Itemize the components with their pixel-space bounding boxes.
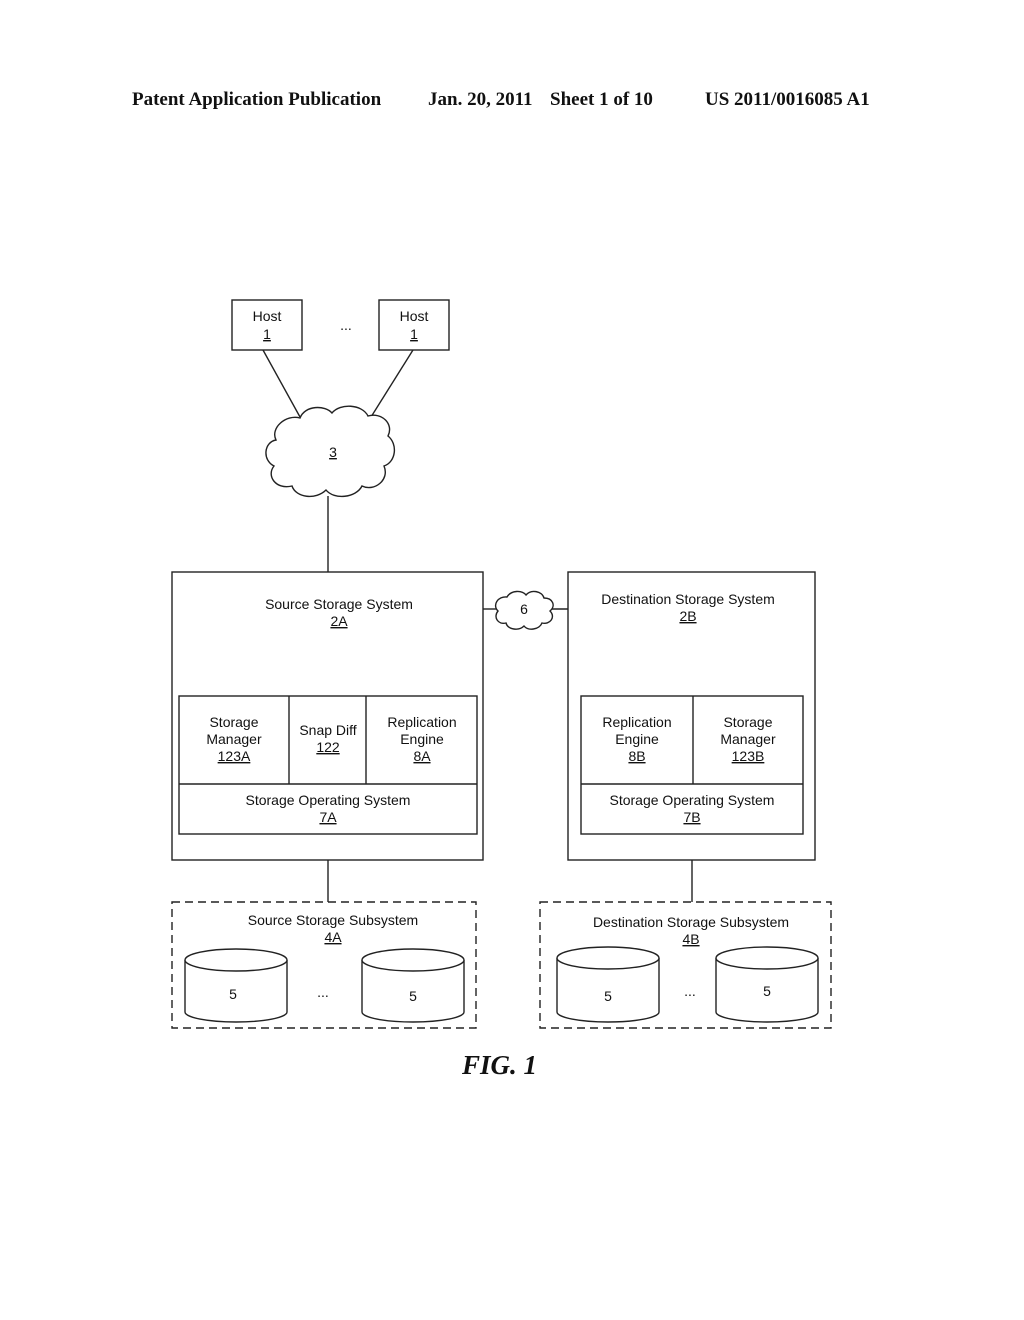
source-subsystem-title: Source Storage Subsystem (248, 912, 418, 928)
disk-icon: 5 (184, 948, 288, 1023)
network-cloud: 3 (265, 405, 395, 497)
source-system-title: Source Storage System (265, 596, 413, 612)
link-host2-network (370, 349, 414, 418)
replication-network-cloud: 6 (494, 590, 554, 630)
module-ref: 123A (218, 748, 251, 764)
module-line2: Engine (400, 731, 444, 747)
module-line1: Replication (602, 714, 671, 730)
host-1-ref: 1 (263, 326, 271, 342)
source-storage-subsystem: Source Storage Subsystem 4A 5 ... 5 (171, 901, 477, 1029)
destination-system-title: Destination Storage System (601, 591, 775, 607)
destination-storage-subsystem: Destination Storage Subsystem 4B 5 ... 5 (539, 901, 832, 1029)
host-1-label: Host (253, 308, 282, 324)
disk-label: 5 (229, 986, 237, 1002)
os-ref: 7A (319, 809, 337, 825)
figure-label: FIG. 1 (462, 1050, 538, 1080)
disks-ellipsis: ... (684, 983, 696, 999)
disk-icon: 5 (715, 946, 819, 1023)
disk-label: 5 (409, 988, 417, 1004)
os-ref: 7B (683, 809, 700, 825)
os-label: Storage Operating System (246, 792, 411, 808)
destination-system-ref: 2B (679, 608, 696, 624)
module-line2: Engine (615, 731, 659, 747)
link-host1-network (262, 349, 301, 418)
disk-label: 5 (604, 988, 612, 1004)
disk-icon: 5 (556, 946, 660, 1023)
disk-icon: 5 (361, 948, 465, 1023)
destination-subsystem-ref: 4B (682, 931, 699, 947)
destination-storage-system: Destination Storage System 2B Replicatio… (567, 571, 816, 861)
host-2-label: Host (400, 308, 429, 324)
module-line1: Replication (387, 714, 456, 730)
hosts-ellipsis: ... (340, 317, 352, 333)
replication-network-label: 6 (520, 601, 528, 617)
host-1: Host 1 (231, 299, 303, 351)
module-ref: 123B (732, 748, 765, 764)
source-system-ref: 2A (330, 613, 348, 629)
disks-ellipsis: ... (317, 984, 329, 1000)
source-subsystem-ref: 4A (324, 929, 342, 945)
module-line1: Snap Diff (299, 722, 356, 738)
host-2: Host 1 (378, 299, 450, 351)
module-line1: Storage (209, 714, 258, 730)
diagram-canvas: Host 1 ... Host 1 3 6 Source Storage Sys… (171, 299, 832, 1029)
module-ref: 122 (316, 739, 340, 755)
network-ref: 3 (329, 444, 337, 460)
source-storage-system: Source Storage System 2A Storage Manager… (171, 571, 484, 861)
host-2-ref: 1 (410, 326, 418, 342)
module-line1: Storage (723, 714, 772, 730)
disk-label: 5 (763, 983, 771, 999)
module-ref: 8B (628, 748, 645, 764)
destination-subsystem-title: Destination Storage Subsystem (593, 914, 789, 930)
module-ref: 8A (413, 748, 431, 764)
os-label: Storage Operating System (610, 792, 775, 808)
module-line2: Manager (206, 731, 262, 747)
module-line2: Manager (720, 731, 776, 747)
